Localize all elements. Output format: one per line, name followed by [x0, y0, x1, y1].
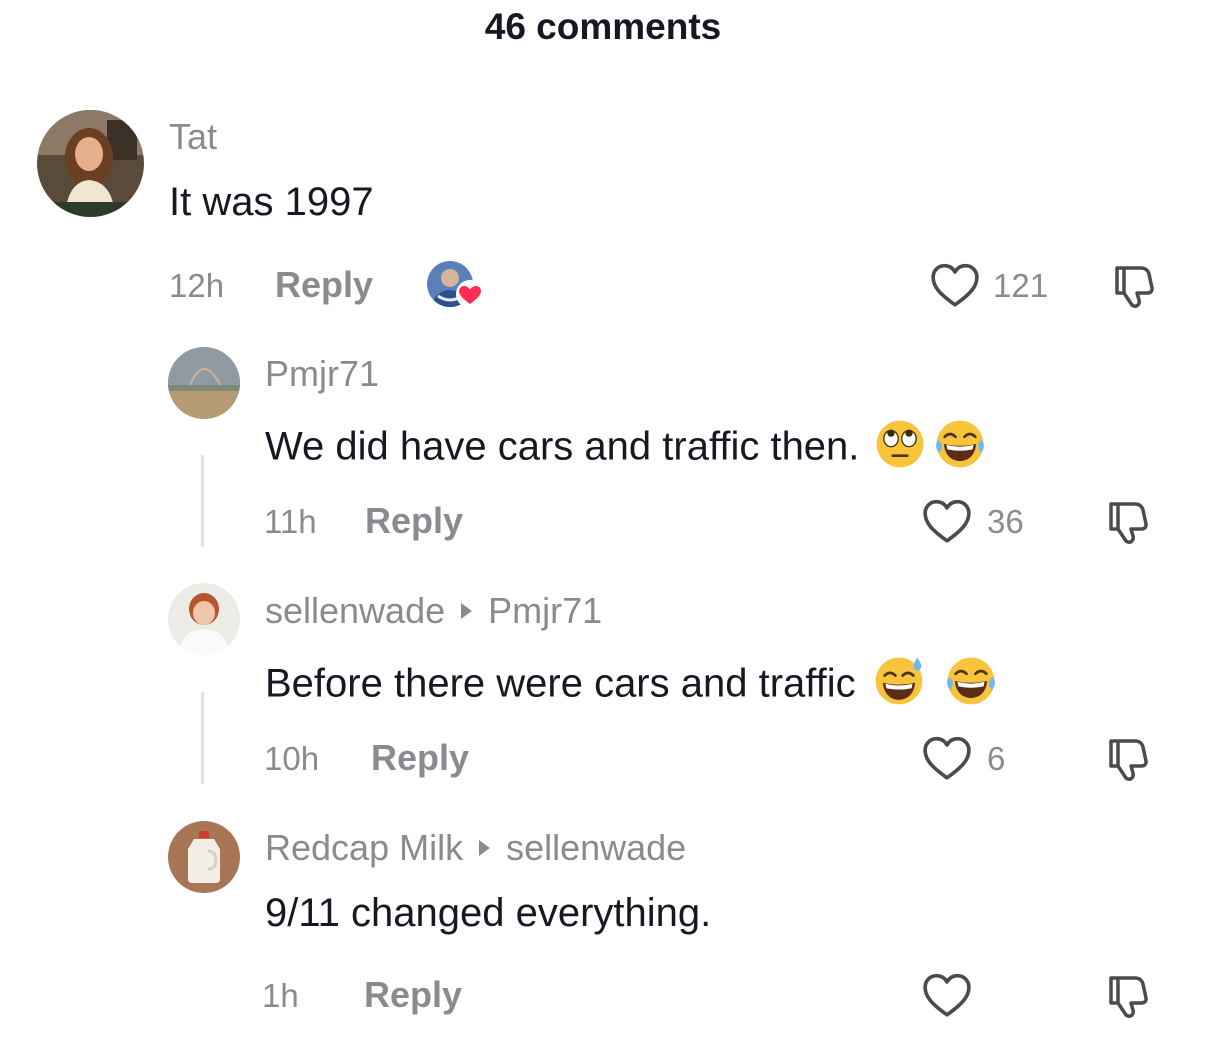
like-heart-icon[interactable]	[922, 498, 972, 544]
thread-line	[201, 455, 204, 547]
like-count: 36	[987, 503, 1024, 540]
comment-username[interactable]: sellenwade Pmjr71	[265, 590, 602, 632]
comment-timestamp: 12h	[169, 267, 225, 304]
comment-timestamp: 10h	[264, 740, 320, 777]
creator-liked-badge	[426, 260, 486, 310]
dislike-thumbs-down-icon[interactable]	[1103, 972, 1151, 1020]
comment-text: We did have cars and traffic then.	[265, 417, 987, 481]
reply-author[interactable]: sellenwade	[265, 590, 445, 631]
face-with-rolling-eyes-emoji	[873, 417, 927, 481]
like-heart-icon[interactable]	[930, 262, 980, 308]
reply-button[interactable]: Reply	[365, 500, 463, 542]
avatar-pmjr71[interactable]	[168, 347, 240, 419]
thread-line	[201, 692, 204, 784]
face-with-tears-of-joy-emoji	[944, 654, 998, 718]
comment-timestamp: 1h	[262, 977, 299, 1014]
avatar-sellenwade[interactable]	[168, 583, 240, 655]
like-heart-icon[interactable]	[922, 735, 972, 781]
avatar-redcap-milk[interactable]	[168, 821, 240, 893]
reply-to-user[interactable]: Pmjr71	[488, 590, 602, 631]
comment-text: Before there were cars and traffic	[265, 654, 998, 718]
comment-text: It was 1997	[169, 180, 374, 224]
comment-text-body: We did have cars and traffic then.	[265, 424, 860, 469]
dislike-thumbs-down-icon[interactable]	[1103, 498, 1151, 546]
comment-text: 9/11 changed everything.	[265, 891, 712, 935]
comment-username[interactable]: Redcap Milk sellenwade	[265, 827, 686, 869]
face-with-tears-of-joy-emoji	[933, 417, 987, 481]
comment-username[interactable]: Pmjr71	[265, 353, 379, 395]
dislike-thumbs-down-icon[interactable]	[1103, 735, 1151, 783]
dislike-thumbs-down-icon[interactable]	[1109, 262, 1157, 310]
grinning-face-with-sweat-emoji	[872, 654, 926, 718]
like-heart-icon[interactable]	[922, 972, 972, 1018]
avatar-tat[interactable]	[37, 110, 144, 217]
reply-author[interactable]: Redcap Milk	[265, 827, 463, 868]
reply-button[interactable]: Reply	[275, 264, 373, 306]
like-count: 121	[993, 267, 1049, 304]
reply-to-arrow-icon	[461, 603, 473, 620]
comment-username[interactable]: Tat	[169, 116, 217, 158]
reply-button[interactable]: Reply	[364, 974, 462, 1016]
comment-text-body: Before there were cars and traffic	[265, 661, 856, 706]
comment-timestamp: 11h	[264, 503, 317, 540]
like-count: 6	[987, 740, 1006, 777]
reply-button[interactable]: Reply	[371, 737, 469, 779]
reply-to-user[interactable]: sellenwade	[506, 827, 686, 868]
reply-to-arrow-icon	[479, 840, 491, 857]
comments-count-title: 46 comments	[484, 6, 722, 47]
